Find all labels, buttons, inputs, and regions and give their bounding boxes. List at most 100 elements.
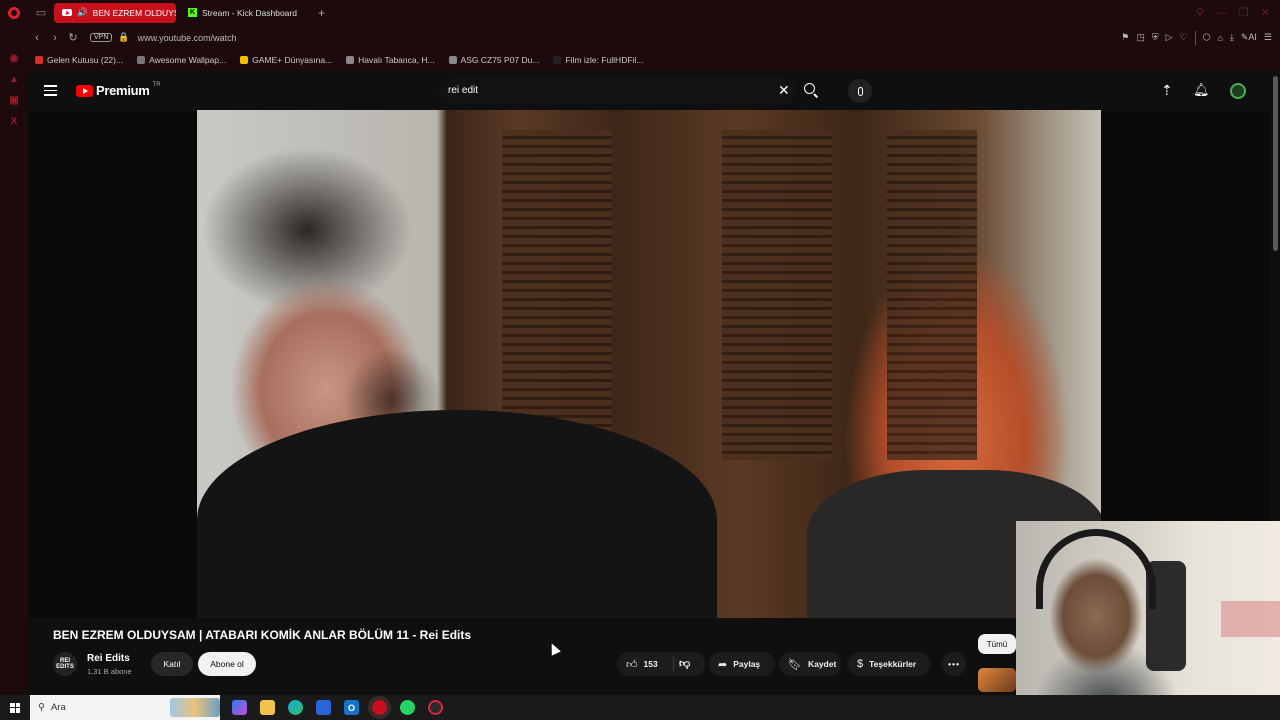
extensions-icon[interactable]: ⬡ xyxy=(1203,32,1211,43)
bookmark-asg[interactable]: ASG CZ75 P07 Du... xyxy=(448,55,540,65)
microphone-icon[interactable] xyxy=(848,79,872,103)
save-button[interactable]: 🔖︎ Kaydet xyxy=(779,652,841,676)
recommended-thumbnail[interactable] xyxy=(978,668,1016,692)
opera-gx-icon[interactable] xyxy=(428,700,443,715)
subscribe-button[interactable]: Abone ol xyxy=(198,652,256,676)
opera-taskbar-icon[interactable] xyxy=(368,696,391,719)
forward-icon[interactable]: › xyxy=(46,25,64,50)
vpn-badge[interactable]: VPN xyxy=(90,33,113,42)
sidebar-twitter-icon[interactable]: X xyxy=(9,116,20,127)
play-icon[interactable]: ▷ xyxy=(1166,32,1173,43)
join-button[interactable]: Katıl xyxy=(151,652,193,676)
windows-logo-icon xyxy=(10,702,20,713)
new-tab-button[interactable]: + xyxy=(312,6,331,20)
shield-icon[interactable]: ⛨ xyxy=(1152,32,1159,43)
maximize-icon[interactable]: ❐ xyxy=(1239,6,1249,19)
logo-text: Premium xyxy=(96,83,150,98)
reload-icon[interactable]: ↻ xyxy=(64,25,82,50)
edge-icon[interactable] xyxy=(288,700,303,715)
file-explorer-icon[interactable] xyxy=(260,700,275,715)
subscriber-count: 1,31 B abone xyxy=(87,667,132,676)
start-button[interactable] xyxy=(0,695,30,720)
logo-region: TR xyxy=(152,81,161,88)
kick-favicon-icon: K xyxy=(188,8,197,17)
opera-sidebar: ◉ ▲ ▣ X xyxy=(0,25,28,695)
account-avatar[interactable] xyxy=(1230,83,1246,99)
bookmark-label: Film izle: FullHDFil... xyxy=(565,55,644,65)
sidebar-alert-icon[interactable]: ▲ xyxy=(9,74,20,85)
bookmark-label: Gelen Kutusu (22)... xyxy=(47,55,124,65)
bookmark-label: Havalı Tabanca, H... xyxy=(358,55,435,65)
ai-icon[interactable]: ✎AI xyxy=(1241,32,1257,43)
opera-logo-icon[interactable] xyxy=(0,0,28,25)
back-icon[interactable]: ‹ xyxy=(28,25,46,50)
tab-list-icon[interactable]: ▭ xyxy=(28,0,54,25)
search-input[interactable]: rei edit ✕ xyxy=(438,78,797,104)
outlook-icon[interactable]: O xyxy=(344,700,359,715)
bookmark-wallpapers[interactable]: Awesome Wallpap... xyxy=(137,55,226,65)
upload-icon[interactable]: ⇡ xyxy=(1161,82,1173,99)
audio-icon[interactable]: 🔊 xyxy=(77,7,88,18)
tab-label: BEN EZREM OLDUYSA xyxy=(92,7,176,18)
bookmark-film[interactable]: Film izle: FullHDFil... xyxy=(553,55,643,65)
search-value: rei edit xyxy=(448,85,479,96)
thanks-icon: $ xyxy=(857,658,864,670)
divider xyxy=(1194,30,1196,45)
url-field[interactable]: www.youtube.com/watch xyxy=(138,33,237,43)
notifications-bell-icon[interactable]: 🔔︎ xyxy=(1193,82,1210,98)
sidebar-player-icon[interactable]: ▣ xyxy=(9,95,20,106)
sidebar-aria-icon[interactable]: ◉ xyxy=(9,53,20,64)
taskbar-search-placeholder: Ara xyxy=(50,702,66,713)
close-window-icon[interactable]: ✕ xyxy=(1261,6,1270,19)
youtube-premium-logo[interactable]: Premium TR xyxy=(76,81,161,98)
tab-youtube[interactable]: 🔊 BEN EZREM OLDUYSA xyxy=(54,2,176,23)
channel-avatar[interactable]: REI EDITS xyxy=(53,652,77,676)
video-frame[interactable] xyxy=(197,110,1101,618)
browser-tab-strip: ▭ 🔊 BEN EZREM OLDUYSA K Stream - Kick Da… xyxy=(0,0,1280,25)
youtube-favicon-icon xyxy=(62,9,72,16)
taskbar-search-input[interactable]: ⚲ Ara xyxy=(30,695,220,720)
wallet-icon[interactable]: ⌂ xyxy=(1217,33,1222,43)
share-label: Paylaş xyxy=(733,659,761,669)
windows-taskbar: ⚲ Ara O xyxy=(0,695,1280,720)
whatsapp-icon[interactable] xyxy=(400,700,415,715)
download-icon[interactable]: ⤓ xyxy=(1230,32,1234,43)
hamburger-menu-icon[interactable] xyxy=(44,85,57,96)
video-scene-shutter xyxy=(887,130,977,460)
bookmark-label: ASG CZ75 P07 Du... xyxy=(460,55,540,65)
share-button[interactable]: ➦ Paylaş xyxy=(709,652,775,676)
like-button[interactable]: 👍︎ 153 👎︎ xyxy=(617,652,705,676)
save-label: Kaydet xyxy=(807,659,837,669)
divider xyxy=(673,656,674,672)
heart-icon[interactable]: ♡ xyxy=(1180,32,1188,43)
webcam-scene-shelf xyxy=(1221,601,1280,637)
scrollbar-thumb[interactable] xyxy=(1273,76,1278,251)
channel-name[interactable]: Rei Edits xyxy=(87,653,130,664)
more-actions-button[interactable]: ••• xyxy=(942,652,966,676)
search-icon[interactable] xyxy=(803,82,819,99)
menu-icon[interactable]: ☰ xyxy=(1264,32,1272,43)
bookmark-tabanca[interactable]: Havalı Tabanca, H... xyxy=(346,55,435,65)
snapshot-icon[interactable]: ◳ xyxy=(1136,32,1145,43)
pin-icon[interactable]: ⚑ xyxy=(1121,32,1129,43)
search-tabs-icon[interactable]: ⚲ xyxy=(1196,6,1204,19)
tab-kick-dashboard[interactable]: K Stream - Kick Dashboard xyxy=(180,3,308,23)
gmail-icon xyxy=(35,56,43,64)
thumbs-down-icon[interactable]: 👎︎ xyxy=(679,657,690,670)
store-icon[interactable] xyxy=(316,700,331,715)
clear-search-icon[interactable]: ✕ xyxy=(778,82,790,99)
video-scene-shutter xyxy=(722,130,832,460)
window-controls: ⚲ — ❐ ✕ xyxy=(1196,0,1280,25)
gun-icon xyxy=(346,56,355,64)
bookmarks-bar: Gelen Kutusu (22)... Awesome Wallpap... … xyxy=(28,50,1280,70)
bookmark-label: GAME+ Dünyasına... xyxy=(252,55,333,65)
minimize-icon[interactable]: — xyxy=(1216,7,1227,19)
lock-icon[interactable]: 🔒 xyxy=(118,32,129,43)
copilot-icon[interactable] xyxy=(232,700,247,715)
bookmark-gmail[interactable]: Gelen Kutusu (22)... xyxy=(35,55,123,65)
address-bar: ‹ › ↻ VPN 🔒 www.youtube.com/watch ⚑ ◳ ⛨ … xyxy=(28,25,1280,50)
chip-all[interactable]: Tümü xyxy=(978,634,1016,654)
thanks-button[interactable]: $ Teşekkürler xyxy=(848,652,930,676)
gun-icon xyxy=(448,56,457,64)
bookmark-game[interactable]: GAME+ Dünyasına... xyxy=(240,55,332,65)
